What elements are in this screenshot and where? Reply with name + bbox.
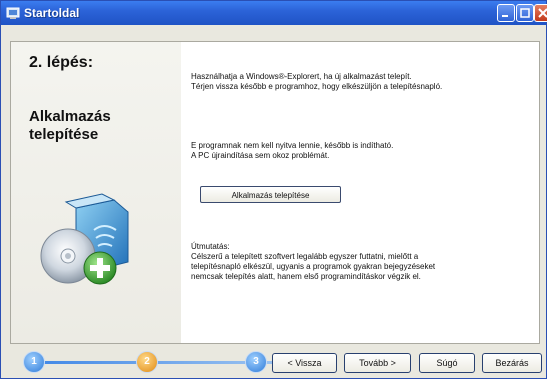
content-panel: 2. lépés: Alkalmazás telepítése Használh… [10, 41, 540, 344]
title-bar: Startoldal [1, 1, 547, 25]
right-pane: Használhatja a Windows®-Explorert, ha új… [191, 42, 536, 343]
step-heading-line1: Alkalmazás [29, 108, 111, 125]
tip-text-3: nemcsak telepítés alatt, hanem első prog… [191, 272, 421, 281]
step-3-indicator[interactable]: 3 [245, 351, 267, 373]
step-3-number: 3 [253, 356, 259, 367]
note-text-2: A PC újraindítása sem okoz problémát. [191, 151, 330, 160]
wizard-navigation: 1 2 3 < Vissza Tovább > Súgó Bezárás [1, 346, 546, 378]
close-icon [538, 8, 547, 18]
next-button[interactable]: Tovább > [344, 353, 411, 373]
tip-title: Útmutatás: [191, 242, 230, 251]
help-button[interactable]: Súgó [419, 353, 475, 373]
left-pane: 2. lépés: Alkalmazás telepítése [11, 42, 181, 343]
install-application-button[interactable]: Alkalmazás telepítése [200, 186, 341, 203]
tip-text-2: telepítésnapló elkészül, ugyanis a progr… [191, 262, 436, 271]
close-window-button[interactable] [534, 4, 547, 22]
tip-text-1: Célszerű a telepített szoftvert legalább… [191, 252, 419, 261]
step-label: 2. lépés: [29, 54, 94, 71]
step-2-number: 2 [144, 356, 150, 367]
back-button[interactable]: < Vissza [272, 353, 337, 373]
wizard-window: Startoldal 2. lépés: Alkalmazás telepíté… [0, 0, 547, 379]
step-heading: Alkalmazás telepítése [29, 108, 111, 144]
step-1-number: 1 [31, 356, 37, 367]
app-icon [6, 7, 20, 19]
step-1-indicator[interactable]: 1 [23, 351, 45, 373]
install-box-cd-icon [40, 193, 129, 285]
intro-text-1: Használhatja a Windows®-Explorert, ha új… [191, 72, 412, 81]
step-2-indicator[interactable]: 2 [136, 351, 158, 373]
maximize-button[interactable] [516, 4, 534, 22]
step-heading-line2: telepítése [29, 126, 99, 143]
close-button[interactable]: Bezárás [482, 353, 542, 373]
note-text-1: E programnak nem kell nyitva lennie, kés… [191, 141, 394, 150]
minimize-button[interactable] [497, 4, 515, 22]
intro-text-2: Térjen vissza később e programhoz, hogy … [191, 82, 443, 91]
minimize-icon [502, 15, 508, 17]
window-title: Startoldal [24, 6, 80, 20]
maximize-icon [520, 8, 530, 18]
